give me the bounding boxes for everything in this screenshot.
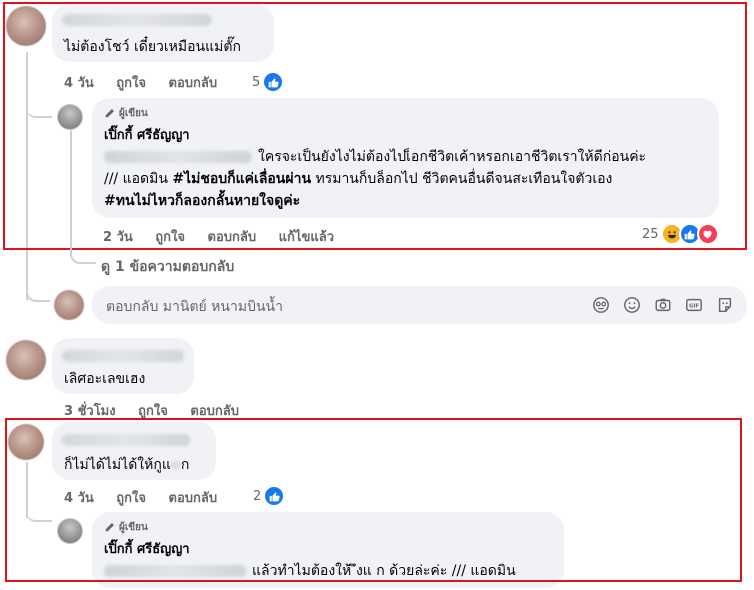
emoji-icon[interactable]	[622, 295, 642, 315]
current-user-avatar	[54, 290, 84, 320]
like-button[interactable]: ถูกใจ	[138, 404, 168, 419]
view-replies-connector	[70, 248, 96, 264]
highlight-box	[5, 418, 742, 582]
reply-input-tools: GIF	[591, 295, 735, 315]
highlight-box	[3, 2, 747, 250]
commenter-avatar[interactable]	[6, 340, 46, 380]
svg-text:GIF: GIF	[689, 304, 699, 310]
sticker-icon[interactable]	[715, 295, 735, 315]
reply-button[interactable]: ตอบกลับ	[190, 404, 239, 419]
comment-time[interactable]: 3 ชั่วโมง	[64, 404, 116, 419]
camera-icon[interactable]	[653, 295, 673, 315]
comment-text: เลิศอะเลขเฮง	[64, 371, 146, 387]
reply-input-connector	[26, 288, 50, 302]
gif-icon[interactable]: GIF	[684, 295, 704, 315]
view-replies-link[interactable]: ดู 1 ข้อความตอบกลับ	[101, 256, 234, 278]
comment-bubble: เลิศอะเลขเฮง	[52, 338, 194, 394]
reply-input-placeholder[interactable]: ตอบกลับ มานิตย์ หนามบินน้ำ	[106, 296, 283, 318]
sticker-face-icon[interactable]	[591, 295, 611, 315]
reply-input-box[interactable]: ตอบกลับ มานิตย์ หนามบินน้ำ GIF	[92, 286, 747, 324]
commenter-name-redacted[interactable]	[62, 350, 184, 362]
